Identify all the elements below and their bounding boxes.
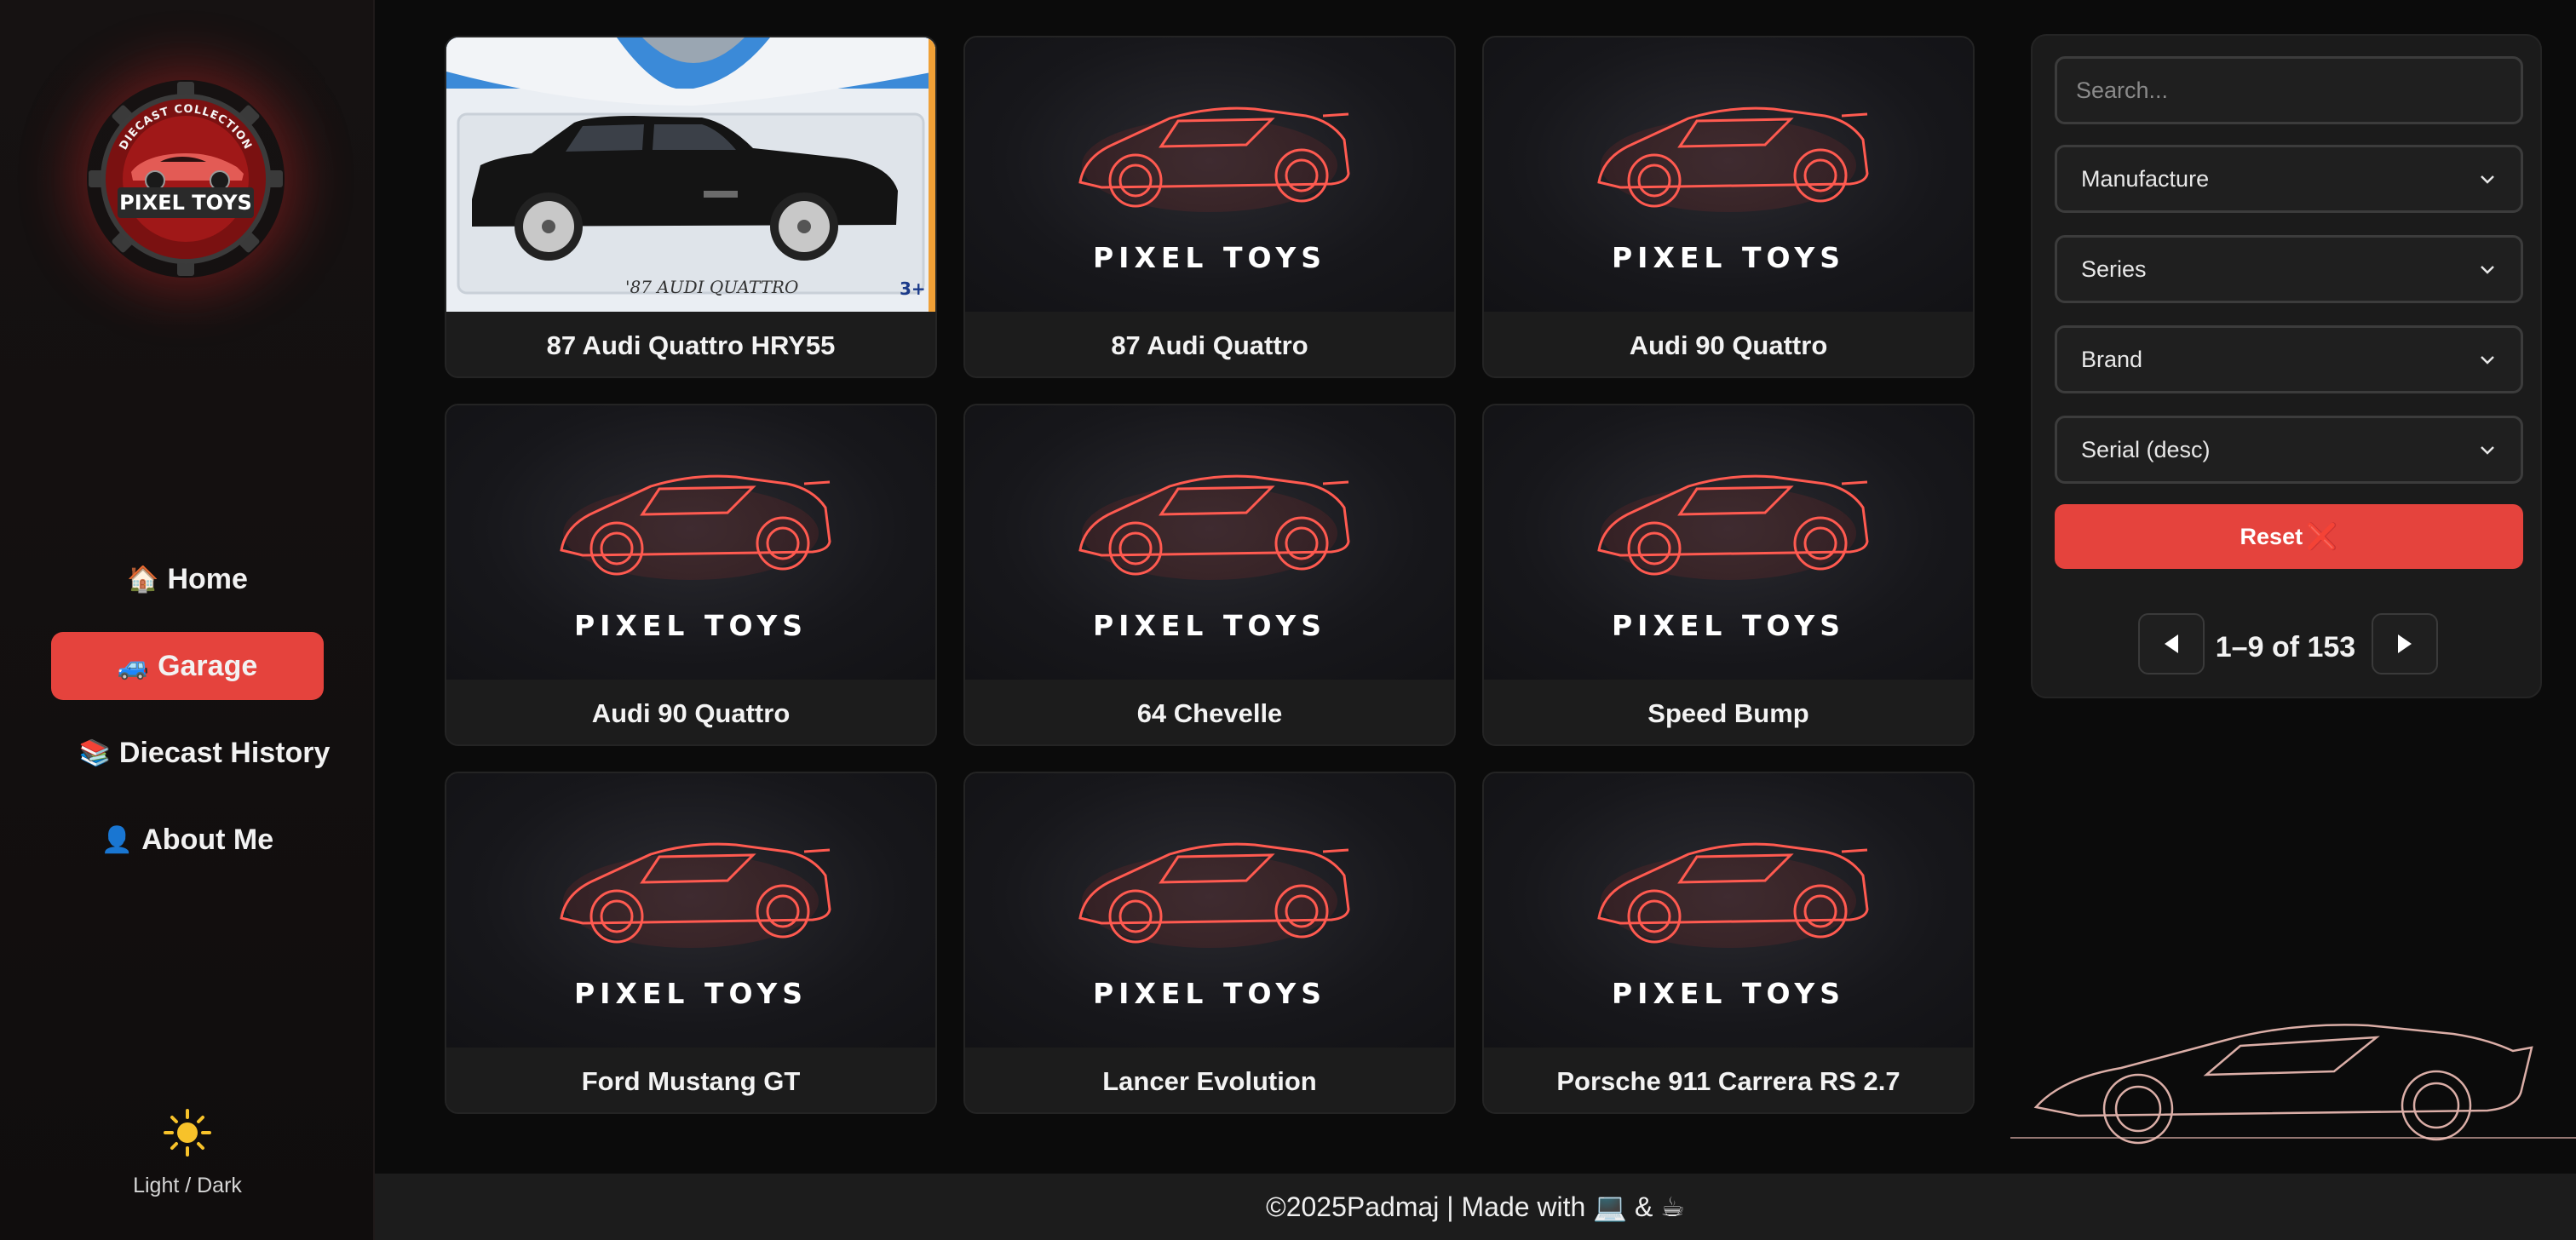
- neon-car-icon: PIXEL TOYS: [1597, 842, 1869, 1010]
- car-card[interactable]: '87 AUDI QUATTRO 3+ 87 Audi Quattro HRY5…: [445, 36, 937, 378]
- svg-text:PIXEL TOYS: PIXEL TOYS: [1093, 609, 1326, 642]
- placeholder-image: PIXEL TOYS: [1484, 37, 1973, 312]
- car-icon: 🚙: [117, 652, 150, 680]
- car-name: Audi 90 Quattro: [1484, 312, 1973, 376]
- decorative-car-outline: [2010, 1024, 2576, 1145]
- car-name: Audi 90 Quattro: [446, 680, 935, 744]
- placeholder-image: PIXEL TOYS: [1484, 773, 1973, 1048]
- car-card[interactable]: PIXEL TOYS 87 Audi Quattro: [963, 36, 1456, 378]
- car-name: 87 Audi Quattro HRY55: [446, 312, 935, 376]
- chevron-down-icon: [2481, 266, 2494, 274]
- placeholder-image: PIXEL TOYS: [965, 773, 1454, 1048]
- neon-car-icon: PIXEL TOYS: [1597, 106, 1869, 274]
- neon-car-icon: PIXEL TOYS: [1078, 106, 1350, 274]
- series-select[interactable]: Series: [2055, 235, 2523, 303]
- car-card[interactable]: PIXEL TOYS Porsche 911 Carrera RS 2.7: [1482, 772, 1975, 1114]
- car-name: Ford Mustang GT: [446, 1048, 935, 1112]
- chevron-down-icon: [2481, 175, 2494, 184]
- car-card[interactable]: PIXEL TOYS Lancer Evolution: [963, 772, 1456, 1114]
- placeholder-image: PIXEL TOYS: [1484, 405, 1973, 680]
- search-input[interactable]: [2076, 77, 2502, 104]
- placeholder-image: PIXEL TOYS: [446, 405, 935, 680]
- house-icon: 🏠: [127, 565, 159, 594]
- svg-text:PIXEL TOYS: PIXEL TOYS: [1093, 977, 1326, 1010]
- theme-label: Light / Dark: [133, 1174, 242, 1197]
- brand-select[interactable]: Brand: [2055, 325, 2523, 393]
- chevron-down-icon: [2481, 446, 2494, 455]
- car-name: Speed Bump: [1484, 680, 1973, 744]
- placeholder-image: PIXEL TOYS: [965, 37, 1454, 312]
- sidebar: DIECAST COLLECTION PIXEL TOYS 🏠 Home 🚙 G…: [0, 0, 375, 1240]
- svg-text:PIXEL TOYS: PIXEL TOYS: [1612, 609, 1845, 642]
- nav-garage[interactable]: 🚙 Garage: [51, 632, 324, 700]
- car-card[interactable]: PIXEL TOYS Ford Mustang GT: [445, 772, 937, 1114]
- footer-text: ©2025Padmaj | Made with 💻 & ☕: [1266, 1191, 1685, 1222]
- car-card[interactable]: PIXEL TOYS Speed Bump: [1482, 404, 1975, 746]
- search-field[interactable]: [2055, 56, 2523, 124]
- filter-panel: Manufacture Series Brand Serial (desc) R…: [2031, 34, 2542, 698]
- car-name: 87 Audi Quattro: [965, 312, 1454, 376]
- nav-diecast-history[interactable]: 📚 Diecast History: [60, 719, 349, 787]
- svg-text:PIXEL TOYS: PIXEL TOYS: [1093, 241, 1326, 274]
- svg-text:PIXEL TOYS: PIXEL TOYS: [1612, 977, 1845, 1010]
- car-name: 64 Chevelle: [965, 680, 1454, 744]
- brand-value: Brand: [2081, 346, 2143, 372]
- books-icon: 📚: [78, 738, 111, 767]
- car-name: Porsche 911 Carrera RS 2.7: [1484, 1048, 1973, 1112]
- pixel-toys-logo[interactable]: DIECAST COLLECTION PIXEL TOYS: [87, 80, 285, 278]
- neon-car-icon: PIXEL TOYS: [1078, 842, 1350, 1010]
- nav-about-me-label: About Me: [141, 823, 274, 856]
- nav-home[interactable]: 🏠 Home: [51, 545, 324, 613]
- nav-garage-label: Garage: [158, 649, 258, 682]
- neon-car-icon: PIXEL TOYS: [1078, 474, 1350, 642]
- sun-icon[interactable]: [162, 1107, 213, 1158]
- svg-text:3+: 3+: [900, 278, 926, 299]
- sort-select[interactable]: Serial (desc): [2055, 416, 2523, 484]
- series-value: Series: [2081, 255, 2147, 282]
- reset-button[interactable]: Reset ❌: [2055, 504, 2523, 569]
- car-card[interactable]: PIXEL TOYS 64 Chevelle: [963, 404, 1456, 746]
- neon-car-icon: PIXEL TOYS: [560, 474, 831, 642]
- user-icon: 👤: [101, 825, 134, 854]
- chevron-down-icon: [2481, 356, 2494, 365]
- manufacture-value: Manufacture: [2081, 165, 2210, 192]
- svg-text:PIXEL TOYS: PIXEL TOYS: [1612, 241, 1845, 274]
- manufacture-select[interactable]: Manufacture: [2055, 145, 2523, 213]
- footer: ©2025Padmaj | Made with 💻 & ☕: [375, 1174, 2576, 1240]
- car-card[interactable]: PIXEL TOYS Audi 90 Quattro: [1482, 36, 1975, 378]
- theme-toggle: Light / Dark: [0, 1107, 375, 1198]
- neon-car-icon: PIXEL TOYS: [1597, 474, 1869, 642]
- audi-quattro-photo: '87 AUDI QUATTRO 3+: [446, 37, 935, 312]
- placeholder-image: PIXEL TOYS: [446, 773, 935, 1048]
- car-card[interactable]: PIXEL TOYS Audi 90 Quattro: [445, 404, 937, 746]
- pagination-status: 1–9 of 153: [2215, 630, 2356, 663]
- car-name: Lancer Evolution: [965, 1048, 1454, 1112]
- placeholder-image: PIXEL TOYS: [965, 405, 1454, 680]
- svg-text:PIXEL TOYS: PIXEL TOYS: [119, 191, 252, 215]
- sort-value: Serial (desc): [2081, 436, 2211, 462]
- nav-diecast-history-label: Diecast History: [118, 736, 331, 769]
- logo-emblem: DIECAST COLLECTION PIXEL TOYS: [89, 82, 283, 276]
- reset-label: Reset: [2240, 523, 2303, 549]
- svg-text:'87 AUDI QUATTRO: '87 AUDI QUATTRO: [625, 277, 798, 297]
- nav-home-label: Home: [167, 562, 248, 595]
- svg-text:PIXEL TOYS: PIXEL TOYS: [574, 977, 808, 1010]
- svg-text:PIXEL TOYS: PIXEL TOYS: [574, 609, 808, 642]
- neon-car-icon: PIXEL TOYS: [560, 842, 831, 1010]
- nav-about-me[interactable]: 👤 About Me: [51, 806, 324, 874]
- close-icon: ❌: [2306, 522, 2338, 551]
- car-photo: '87 AUDI QUATTRO 3+: [446, 37, 935, 312]
